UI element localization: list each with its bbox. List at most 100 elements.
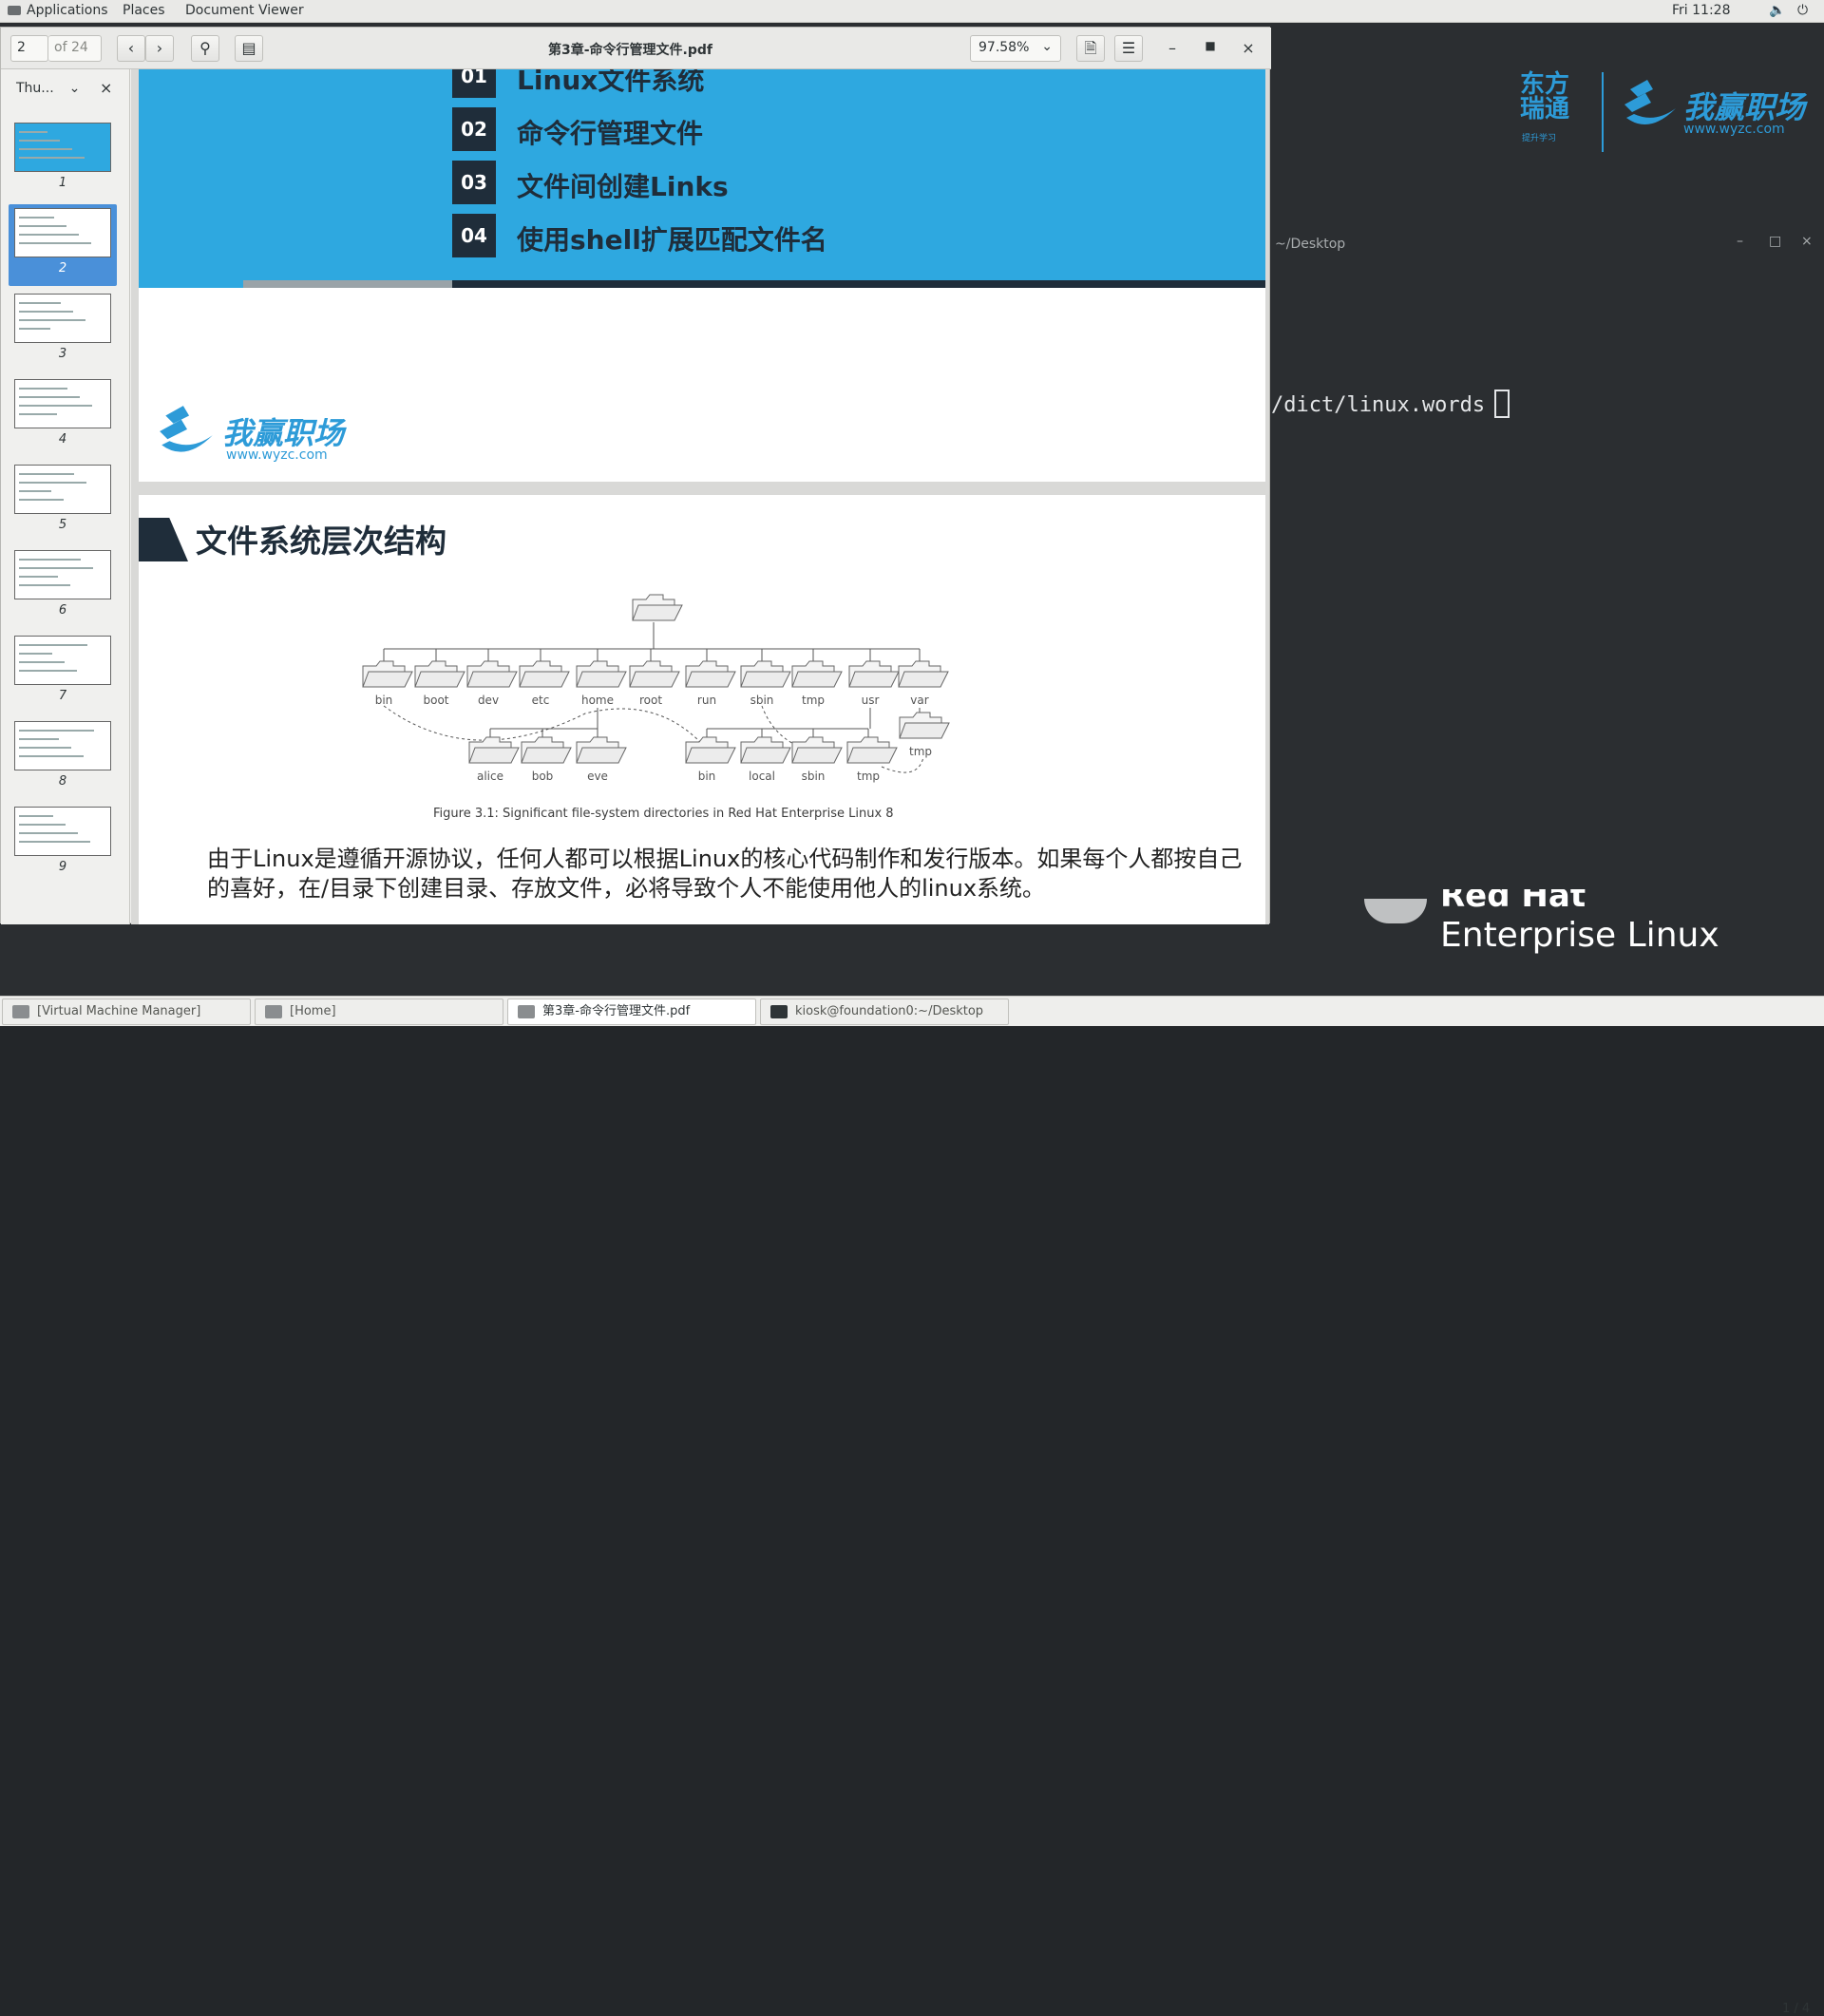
toc-text: 使用shell扩展匹配文件名 [517, 224, 827, 256]
thumbnail-line [19, 567, 93, 569]
folder-flap [632, 604, 683, 621]
previous-page-button[interactable]: ‹ [117, 35, 145, 62]
workspace-indicator[interactable]: 1 / 4 [1782, 2002, 1810, 2016]
clock[interactable]: Fri 11:28 [1672, 3, 1730, 18]
folder-label: run [697, 694, 716, 707]
folder-node: var [898, 660, 949, 707]
page-total: of 24 [48, 35, 102, 62]
folder-node: tmp [791, 660, 843, 707]
sidebar-mode-select[interactable]: Thu... ⌄ [16, 81, 80, 96]
zoom-select[interactable]: 97.58% ⌄ [970, 35, 1061, 62]
folder-flap [791, 671, 843, 688]
folder-flap [899, 722, 950, 739]
thumbnail-number: 1 [58, 176, 67, 190]
places-menu[interactable]: Places [123, 3, 165, 18]
toc-number: 04 [452, 214, 496, 257]
thumbnail-page-2[interactable]: 2 [9, 204, 117, 286]
folder-label: usr [862, 694, 880, 707]
menu-button[interactable]: ☰ [1114, 35, 1143, 62]
thumbnail-number: 8 [58, 774, 67, 789]
hamburger-menu-icon: ☰ [1121, 39, 1136, 57]
folder-label: tmp [909, 745, 932, 758]
thumbnail-page-4[interactable]: 4 [9, 375, 117, 457]
document-canvas[interactable]: 01 Linux文件系统 02 命令行管理文件 03 文件间创建Links 04 使用shel… [131, 69, 1269, 924]
thumbnail-line [19, 490, 51, 492]
active-app-menu[interactable]: Document Viewer [185, 3, 304, 18]
folder-flap [846, 747, 898, 764]
window-close-icon[interactable]: × [1239, 39, 1258, 57]
taskbar-item-home[interactable]: [Home] [255, 998, 504, 1025]
save-button[interactable]: 🗎 [1076, 35, 1105, 62]
folder-flap [521, 747, 572, 764]
thumbnail-page-1[interactable]: 1 [9, 119, 117, 200]
folder-label: bob [532, 770, 554, 783]
power-icon[interactable]: ⏻ [1797, 3, 1808, 18]
thumbnail-page-3[interactable]: 3 [9, 290, 117, 371]
wyzc-mark-icon [1624, 80, 1676, 125]
wyzc-logo-url: www.wyzc.com [226, 447, 328, 463]
terminal-title: ~/Desktop [1275, 237, 1346, 252]
folder-flap [740, 671, 791, 688]
thumbnail-image [14, 636, 111, 685]
sidebar-mode-label: Thu... [16, 81, 54, 96]
thumbnail-page-5[interactable]: 5 [9, 461, 117, 542]
thumbnail-page-9[interactable]: 9 [9, 803, 117, 884]
pdf-page-2: 01 Linux文件系统 02 命令行管理文件 03 文件间创建Links 04 使用shel… [139, 69, 1265, 482]
annotations-button[interactable]: ▤ [235, 35, 263, 62]
thumbnail-image [14, 721, 111, 770]
wyzc-mark-icon [160, 406, 213, 452]
window-minimize-icon[interactable]: – [1163, 39, 1182, 57]
folder-flap [468, 747, 520, 764]
chevron-down-icon: ⌄ [68, 81, 81, 96]
applications-menu[interactable]: Applications [8, 3, 108, 18]
folder-flap [629, 671, 680, 688]
taskbar-item-terminal[interactable]: kiosk@foundation0:~/Desktop [760, 998, 1009, 1025]
redhat-logo-top: Red Hat [1440, 889, 1586, 914]
thumbnail-line [19, 730, 94, 732]
taskbar-label: [Home] [290, 1004, 336, 1018]
terminal-minimize-icon[interactable]: – [1737, 234, 1743, 249]
thumbnail-line [19, 328, 50, 330]
thumbnail-line [19, 311, 73, 313]
thumbnail-line [19, 576, 58, 578]
terminal-icon [770, 1005, 788, 1018]
thumbnail-page-7[interactable]: 7 [9, 632, 117, 713]
taskbar: [Virtual Machine Manager] [Home] 第3章-命令行… [0, 996, 1824, 2016]
thumbnail-image [14, 123, 111, 172]
thumbnail-line [19, 225, 66, 227]
volume-icon[interactable]: 🔈 [1769, 3, 1785, 18]
thumbnail-line [19, 131, 48, 133]
folder-node: home [576, 660, 627, 707]
thumbnail-line [19, 140, 60, 142]
pdf-page-3: 文件系统层次结构 bin boot dev etc home root run sbin tmp… [139, 495, 1265, 924]
thumbnail-page-6[interactable]: 6 [9, 546, 117, 628]
sidebar-close-icon[interactable]: × [100, 79, 112, 97]
thumbnail-page-8[interactable]: 8 [9, 717, 117, 799]
toc-number: 03 [452, 161, 496, 204]
taskbar-item-virt-manager[interactable]: [Virtual Machine Manager] [2, 998, 251, 1025]
folder-flap [740, 747, 791, 764]
folder-label: eve [587, 770, 608, 783]
window-maximize-icon[interactable]: ■ [1201, 39, 1220, 52]
thumbnail-line [19, 499, 64, 501]
next-page-button[interactable]: › [145, 35, 174, 62]
taskbar-item-pdf[interactable]: 第3章-命令行管理文件.pdf [507, 998, 756, 1025]
thumbnail-image [14, 379, 111, 428]
folder-node: sbin [740, 660, 791, 707]
thumbnail-line [19, 405, 92, 407]
thumbnail-number: 6 [58, 603, 67, 618]
thumbnail-image [14, 294, 111, 343]
folder-node: boot [414, 660, 466, 707]
folder-flap [519, 671, 570, 688]
thumbnail-line [19, 157, 85, 159]
folder-label: sbin [750, 694, 774, 707]
search-button[interactable]: ⚲ [191, 35, 219, 62]
clipboard-icon: ▤ [241, 39, 256, 57]
thumbnail-line [19, 755, 84, 757]
folder-node: bin [362, 660, 413, 707]
terminal-output[interactable]: /dict/linux.words [1271, 390, 1510, 418]
page-number-input[interactable]: 2 [10, 35, 48, 62]
terminal-maximize-icon[interactable]: □ [1769, 234, 1781, 249]
folder-node: local [740, 736, 791, 783]
terminal-close-icon[interactable]: × [1801, 234, 1813, 249]
